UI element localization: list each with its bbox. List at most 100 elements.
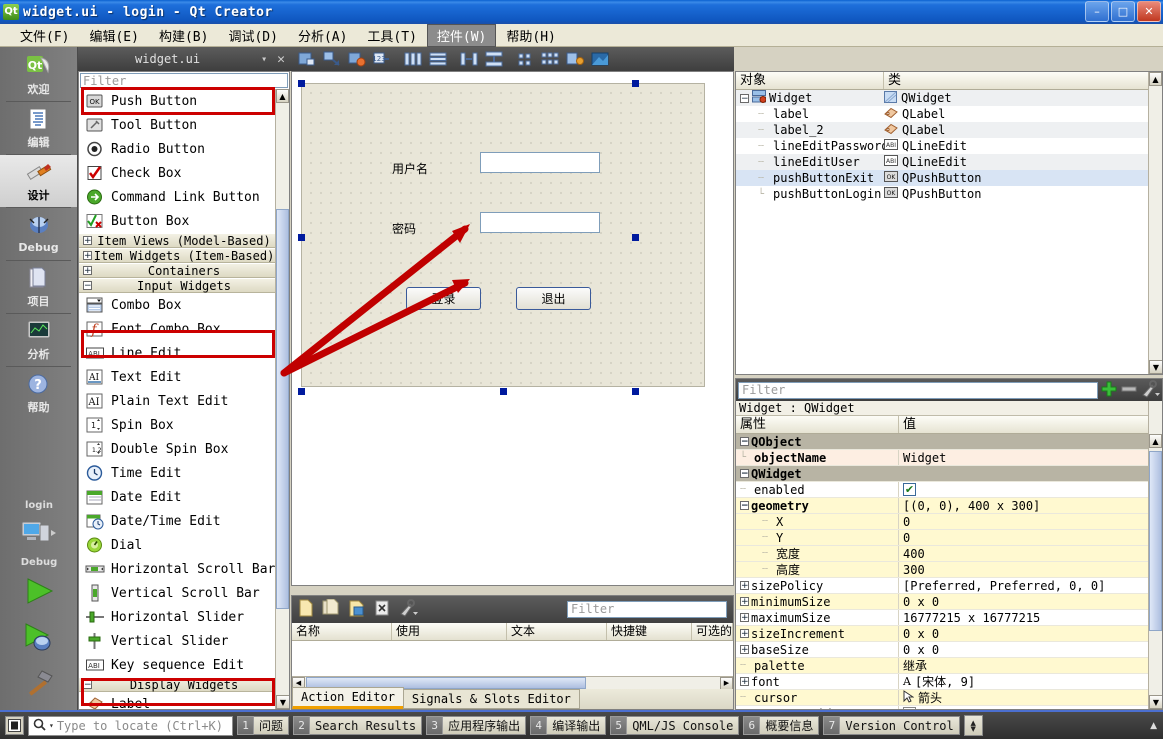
widget-category-input-widgets[interactable]: − Input Widgets: [79, 278, 289, 293]
widget-item-command-link-button[interactable]: Command Link Button: [79, 185, 289, 209]
mode-design[interactable]: 设计: [0, 155, 77, 207]
scroll-thumb[interactable]: [1149, 451, 1162, 631]
mode-analyze[interactable]: 分析: [0, 314, 77, 366]
configure-icon[interactable]: [398, 599, 418, 620]
output-tab-overview[interactable]: 6 概要信息: [743, 715, 820, 736]
remove-icon[interactable]: [1120, 380, 1138, 401]
mode-welcome[interactable]: Qt 欢迎: [0, 49, 77, 101]
scroll-down-arrow[interactable]: ▼: [1149, 360, 1162, 374]
property-value[interactable]: 0 x 0: [899, 642, 1162, 657]
table-row[interactable]: − Widget QWidget: [736, 90, 1162, 106]
table-row[interactable]: + sizePolicy [Preferred, Preferred, 0, 0…: [736, 578, 1162, 594]
expander-icon[interactable]: +: [740, 645, 749, 655]
property-value[interactable]: [Preferred, Preferred, 0, 0]: [899, 578, 1162, 593]
widget-item-date-time-edit[interactable]: Date/Time Edit: [79, 509, 289, 533]
new-action-icon[interactable]: [298, 599, 314, 620]
widget-item-date-edit[interactable]: Date Edit: [79, 485, 289, 509]
maximize-button[interactable]: □: [1111, 1, 1135, 22]
menu-tools[interactable]: 工具(T): [357, 24, 426, 47]
table-row[interactable]: └ pushButtonLogin OK QPushButton: [736, 186, 1162, 202]
table-row[interactable]: + minimumSize 0 x 0: [736, 594, 1162, 610]
widget-item-tool-button[interactable]: Tool Button: [79, 113, 289, 137]
menu-widget[interactable]: 控件(W): [426, 23, 497, 47]
preview-icon[interactable]: [589, 49, 611, 69]
table-row[interactable]: ┄ lineEditPassword ABI QLineEdit: [736, 138, 1162, 154]
table-row[interactable]: ┄ pushButtonExit OK QPushButton: [736, 170, 1162, 186]
close-icon[interactable]: ✕: [271, 52, 291, 67]
property-value[interactable]: Widget: [899, 450, 1162, 465]
property-value[interactable]: [(0, 0), 400 x 300]: [899, 498, 1162, 513]
widget-item-spin-box[interactable]: 1 Spin Box: [79, 413, 289, 437]
expander-icon[interactable]: +: [83, 251, 92, 261]
property-editor-scrollbar[interactable]: ▲ ▼: [1148, 401, 1162, 709]
widget-box-filter-input[interactable]: Filter: [80, 73, 288, 88]
form-button-login[interactable]: 登录: [406, 287, 481, 310]
expander-icon[interactable]: −: [740, 93, 749, 103]
form-button-exit[interactable]: 退出: [516, 287, 591, 310]
property-value[interactable]: 继承: [899, 658, 1162, 673]
document-tab-widget-ui[interactable]: widget.ui: [78, 52, 257, 66]
menu-build[interactable]: 构建(B): [149, 24, 218, 47]
table-row[interactable]: ┄ cursor 箭头: [736, 690, 1162, 706]
menu-analyze[interactable]: 分析(A): [288, 24, 357, 47]
resize-handle-bl[interactable]: [298, 388, 305, 395]
layout-vertical-icon[interactable]: [427, 49, 449, 69]
expander-icon[interactable]: +: [740, 629, 749, 639]
resize-handle-tl[interactable]: [298, 80, 305, 87]
widget-box-scrollbar[interactable]: ▲ ▼: [275, 89, 289, 709]
copy-icon[interactable]: [322, 598, 340, 620]
table-row[interactable]: ┄ palette 继承: [736, 658, 1162, 674]
widget-item-radio-button[interactable]: Radio Button: [79, 137, 289, 161]
scroll-down-arrow[interactable]: ▼: [1149, 695, 1162, 709]
layout-horizontal-icon[interactable]: [402, 49, 424, 69]
widget-item-button-box[interactable]: Button Box: [79, 209, 289, 233]
widget-item-vertical-scroll-bar[interactable]: Vertical Scroll Bar: [79, 581, 289, 605]
form-label-password[interactable]: 密码: [392, 220, 416, 237]
menu-help[interactable]: 帮助(H): [496, 24, 565, 47]
widget-item-font-combo-box[interactable]: f Font Combo Box: [79, 317, 289, 341]
widget-item-key-sequence-edit[interactable]: ABI Key sequence Edit: [79, 653, 289, 677]
resize-handle-ml[interactable]: [298, 234, 305, 241]
output-tab-issues[interactable]: 1 问题: [237, 715, 290, 736]
expander-icon[interactable]: +: [83, 236, 92, 246]
expander-icon[interactable]: −: [740, 501, 749, 511]
target-selector[interactable]: [0, 511, 78, 557]
enabled-checkbox[interactable]: ✔: [903, 483, 916, 496]
widget-item-combo-box[interactable]: Combo Box: [79, 293, 289, 317]
expander-icon[interactable]: +: [740, 597, 749, 607]
table-row[interactable]: ┄ enabled ✔: [736, 482, 1162, 498]
build-button[interactable]: [0, 660, 78, 706]
layout-object-icon[interactable]: [346, 49, 368, 69]
expander-icon[interactable]: +: [83, 266, 92, 276]
configure-wrench-icon[interactable]: [1140, 379, 1160, 401]
output-tab-search-results[interactable]: 2 Search Results: [293, 715, 423, 736]
property-value[interactable]: 0: [899, 514, 1162, 529]
paste-icon[interactable]: [348, 599, 366, 620]
resize-handle-tr[interactable]: [632, 80, 639, 87]
widget-category-display-widgets[interactable]: − Display Widgets: [79, 677, 289, 692]
widget-item-line-edit[interactable]: ABI Line Edit: [79, 341, 289, 365]
chevron-down-icon[interactable]: ▾: [49, 721, 54, 730]
close-button[interactable]: ✕: [1137, 1, 1161, 22]
object-inspector-scrollbar[interactable]: ▲ ▼: [1148, 72, 1162, 374]
property-value[interactable]: [宋体, 9]: [915, 674, 975, 689]
table-row[interactable]: + sizeIncrement 0 x 0: [736, 626, 1162, 642]
widget-category-item-widgets[interactable]: + Item Widgets (Item-Based): [79, 248, 289, 263]
expander-icon[interactable]: −: [740, 437, 749, 447]
menu-file[interactable]: 文件(F): [10, 24, 79, 47]
scroll-up-arrow[interactable]: ▲: [1149, 72, 1162, 86]
adjust-size-icon[interactable]: [296, 49, 318, 69]
layout-adjust-icon[interactable]: [564, 49, 586, 69]
widget-item-label[interactable]: Label: [79, 692, 289, 709]
add-icon[interactable]: [1100, 380, 1118, 401]
menu-edit[interactable]: 编辑(E): [79, 24, 148, 47]
break-layout-icon[interactable]: [321, 49, 343, 69]
resize-handle-br[interactable]: [632, 388, 639, 395]
expander-icon[interactable]: −: [740, 469, 749, 479]
table-row[interactable]: └ objectName Widget: [736, 450, 1162, 466]
menu-debug[interactable]: 调试(D): [218, 24, 287, 47]
sidebar-toggle-icon[interactable]: [5, 716, 24, 735]
mode-help[interactable]: ? 帮助: [0, 367, 77, 419]
widget-item-push-button[interactable]: OK Push Button: [79, 89, 289, 113]
widget-category-containers[interactable]: + Containers: [79, 263, 289, 278]
